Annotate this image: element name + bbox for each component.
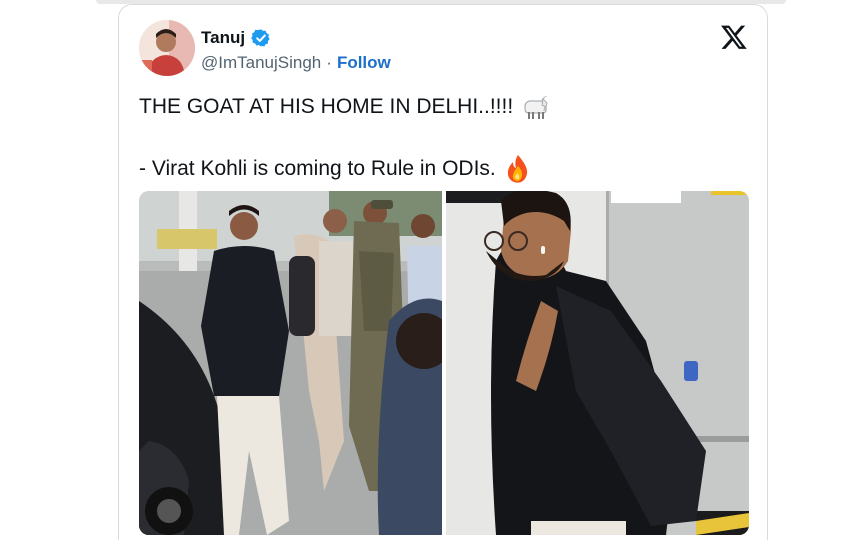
photo-right[interactable] <box>446 191 749 535</box>
fire-icon <box>507 155 527 183</box>
avatar[interactable] <box>139 20 195 76</box>
user-handle[interactable]: @ImTanujSingh <box>201 53 321 73</box>
verified-badge-icon <box>251 29 270 47</box>
display-name[interactable]: Tanuj <box>201 28 245 48</box>
tweet-text-line-2: - Virat Kohli is coming to Rule in ODIs. <box>139 157 496 180</box>
tweet-text-line-1: THE GOAT AT HIS HOME IN DELHI..!!!! <box>139 95 514 118</box>
follow-button[interactable]: Follow <box>337 53 391 73</box>
goat-icon <box>524 95 549 119</box>
tweet-media[interactable] <box>139 191 749 535</box>
tweet-card: Tanuj @ImTanujSingh · Follow THE GOAT AT… <box>118 4 768 540</box>
x-logo-icon[interactable] <box>720 23 748 51</box>
tweet-text: THE GOAT AT HIS HOME IN DELHI..!!!! - Vi… <box>139 91 749 185</box>
separator-dot: · <box>326 53 332 72</box>
photo-left[interactable] <box>139 191 442 535</box>
